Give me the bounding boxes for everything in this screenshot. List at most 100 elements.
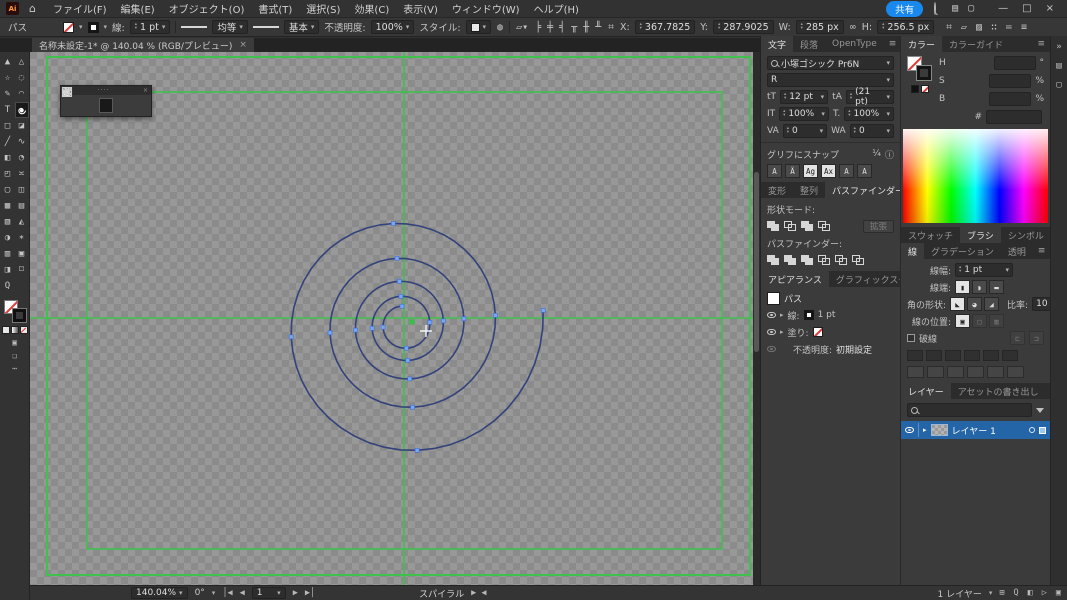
tab-カラー[interactable]: カラー — [901, 36, 942, 52]
color-fill-stroke[interactable] — [907, 56, 933, 82]
share-button[interactable]: 共有 — [886, 1, 923, 17]
round-cap-icon[interactable]: ◗ — [972, 280, 987, 294]
reference-point-icon[interactable]: ⌗ — [607, 22, 615, 33]
menu-item-3[interactable]: 書式(T) — [251, 1, 299, 16]
align-dash-icon[interactable]: ⊐ — [1029, 331, 1044, 345]
next-artboard-icon[interactable]: ▶ — [293, 588, 298, 598]
tab-グラデーション[interactable]: グラデーション — [924, 243, 1001, 259]
tab-アセットの書き出し[interactable]: アセットの書き出し — [951, 383, 1046, 399]
appearance-opacity-row[interactable]: 不透明度: 初期設定 — [767, 342, 894, 356]
tab-パスファインダー[interactable]: パスファインダー — [825, 182, 911, 198]
blend-tool[interactable]: ◑ — [1, 230, 15, 246]
tab-OpenType[interactable]: OpenType — [825, 36, 884, 52]
h-field[interactable]: ▴▾256.5 px — [877, 20, 934, 34]
perspective-grid-tool[interactable]: ▦ — [1, 198, 15, 214]
recolor-icon[interactable]: ▱▾ — [515, 22, 529, 33]
menu-item-5[interactable]: 効果(C) — [347, 1, 396, 16]
screen-mode-icon[interactable]: ❏ — [12, 351, 17, 360]
appearance-stroke-row[interactable]: ▸ 線: 1 pt — [767, 308, 894, 322]
color-b-field[interactable] — [989, 92, 1031, 106]
align-h-center-icon[interactable]: ╪ — [546, 22, 554, 33]
tab-スウォッチ[interactable]: スウォッチ — [901, 227, 960, 243]
miter-join-icon[interactable]: ◣ — [950, 297, 965, 311]
stroke-width-field[interactable]: ▴▾1 pt▾ — [130, 20, 171, 34]
artboard-status-icon[interactable]: ▣ — [1056, 588, 1061, 598]
round-join-icon[interactable]: ◕ — [967, 297, 982, 311]
none-mode-button[interactable] — [20, 326, 28, 334]
snap-glyph-icon[interactable]: Ag — [803, 164, 818, 178]
snap-far-icon[interactable]: A — [857, 164, 872, 178]
arrow-option-2[interactable] — [947, 366, 964, 378]
libraries-panel-icon[interactable]: ▢ — [1056, 80, 1061, 90]
close-icon[interactable]: × — [1039, 3, 1061, 14]
style-dropdown[interactable]: ▾ — [466, 20, 492, 34]
align-left-icon[interactable]: ╞ — [534, 22, 542, 33]
palette-close-icon[interactable]: × — [143, 87, 148, 94]
color-spectrum[interactable] — [903, 129, 1048, 223]
layer-name[interactable]: レイヤー 1 — [952, 424, 996, 437]
home-icon[interactable]: ⌂ — [23, 2, 42, 15]
font-size-field[interactable]: ▴▾12 pt▾ — [780, 90, 828, 104]
direct-selection-tool[interactable]: △ — [15, 54, 29, 70]
shape-props-icon[interactable]: ▱ — [960, 22, 968, 33]
align-top-icon[interactable]: ╥ — [570, 22, 578, 33]
tab-透明[interactable]: 透明 — [1001, 243, 1033, 259]
tab-アピアランス[interactable]: アピアランス — [761, 271, 829, 287]
search-status-icon[interactable]: Q — [1014, 588, 1019, 598]
x-field[interactable]: ▴▾367.7825 — [635, 20, 696, 34]
tab-線[interactable]: 線 — [901, 243, 924, 259]
rectangle-tool[interactable]: □ — [1, 118, 15, 134]
curvature-tool[interactable]: ◠ — [15, 86, 29, 102]
paintbrush-tool[interactable]: ◪ — [15, 118, 29, 134]
unite-icon[interactable] — [767, 221, 779, 231]
visibility-eye-icon[interactable] — [767, 329, 776, 335]
vertical-scale-field[interactable]: ▴▾100%▾ — [779, 107, 829, 121]
dash-field-1[interactable] — [926, 350, 942, 361]
line-segment-tool[interactable] — [65, 98, 80, 113]
layer-row[interactable]: ▸ レイヤー 1 — [901, 421, 1050, 439]
kerning-field[interactable]: ▴▾0▾ — [783, 124, 827, 138]
align-right-icon[interactable]: ╡ — [558, 22, 566, 33]
trim-icon[interactable] — [784, 255, 796, 265]
shape-builder-tool[interactable]: ◫ — [15, 182, 29, 198]
menu-item-7[interactable]: ウィンドウ(W) — [445, 1, 527, 16]
color-mode-button[interactable] — [2, 326, 10, 334]
tab-カラーガイド[interactable]: カラーガイド — [942, 36, 1010, 52]
vertical-scrollbar[interactable] — [753, 52, 760, 585]
appearance-fill-row[interactable]: ▸ 塗り: — [767, 325, 894, 339]
fill-swatch[interactable] — [63, 22, 74, 33]
arrow-option-1[interactable] — [927, 366, 944, 378]
width-tool[interactable]: ≍ — [15, 166, 29, 182]
dash-field-4[interactable] — [983, 350, 999, 361]
info-icon[interactable]: ⓘ — [885, 148, 894, 161]
minimize-icon[interactable]: — — [991, 3, 1015, 14]
color-stroke-swatch[interactable] — [917, 66, 931, 80]
mesh-tool[interactable]: ▤ — [15, 198, 29, 214]
color-h-field[interactable] — [994, 56, 1036, 70]
tab-変形[interactable]: 変形 — [761, 182, 793, 198]
rectangular-grid-tool[interactable] — [115, 98, 130, 113]
bevel-join-icon[interactable]: ◢ — [984, 297, 999, 311]
spiral-tool[interactable] — [99, 98, 114, 113]
brush-dropdown[interactable]: 基本▾ — [284, 20, 320, 34]
menu-item-2[interactable]: オブジェクト(O) — [162, 1, 252, 16]
draw-mode-icon[interactable]: ▣ — [12, 338, 17, 347]
type-tool[interactable]: T — [1, 102, 15, 118]
layer-thumbnail[interactable] — [931, 424, 948, 436]
projecting-cap-icon[interactable]: ▬ — [989, 280, 1004, 294]
show-panel-icon[interactable]: ▷ — [1042, 588, 1047, 598]
pen-tool[interactable]: ✎ — [1, 86, 15, 102]
stroke-indicator[interactable] — [13, 309, 26, 322]
grid-snap-icon[interactable]: ∷ — [990, 22, 998, 33]
dash-field-2[interactable] — [945, 350, 961, 361]
collapse-panels-icon[interactable]: » — [1056, 42, 1061, 52]
swap-fill-stroke-icon[interactable] — [921, 85, 929, 93]
last-artboard-icon[interactable]: ▶│ — [305, 588, 315, 598]
menu-item-8[interactable]: ヘルプ(H) — [527, 1, 586, 16]
snap-angle-icon[interactable]: A — [767, 164, 782, 178]
arrow-option-5[interactable] — [1007, 366, 1024, 378]
align-stroke-center-icon[interactable]: ▣ — [955, 314, 970, 328]
properties-panel-icon[interactable]: ▤ — [1056, 61, 1061, 71]
restore-icon[interactable]: □ — [1015, 3, 1038, 14]
polar-grid-tool[interactable] — [132, 98, 147, 113]
